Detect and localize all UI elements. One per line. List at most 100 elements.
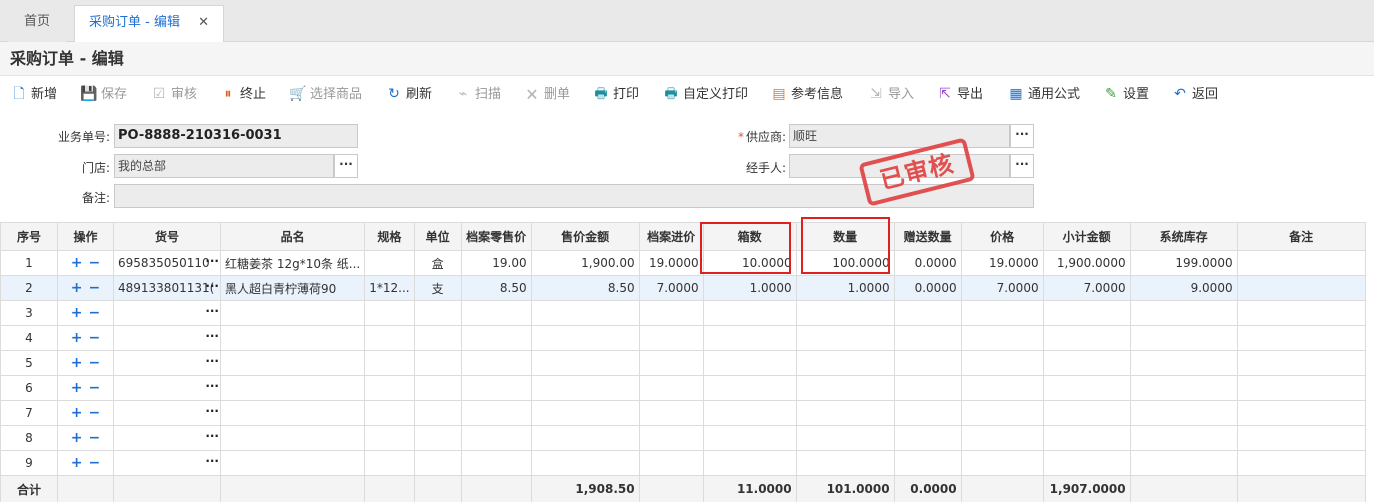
cell-retail[interactable] [460, 450, 532, 476]
cell-price[interactable]: 19.0000 [960, 250, 1044, 276]
cell-qty[interactable]: 1.0000 [795, 275, 895, 301]
cell-subtotal[interactable] [1042, 350, 1131, 376]
cell-gift[interactable] [893, 375, 962, 401]
cell-unit[interactable] [413, 400, 462, 426]
info-button[interactable]: ▤ 参考信息 [770, 83, 843, 105]
print-button[interactable]: 🖶 打印 [592, 83, 639, 105]
supplier-picker-button[interactable]: ··· [1010, 124, 1034, 148]
cell-no[interactable]: 4 [0, 325, 58, 351]
cell-gift[interactable] [893, 425, 962, 451]
back-button[interactable]: ↶ 返回 [1171, 83, 1218, 105]
remove-row-icon[interactable]: − [89, 355, 101, 371]
table-row[interactable]: 2 + −489133801131(··· 黑人超白青柠薄荷90 1*12... 支 8.5… [0, 275, 1366, 301]
cell-stock[interactable] [1129, 400, 1238, 426]
add-row-icon[interactable]: + [71, 305, 83, 321]
cell-name[interactable] [219, 400, 366, 426]
cell-sku[interactable]: ··· [113, 425, 221, 451]
cell-no[interactable]: 8 [0, 425, 58, 451]
cell-price[interactable] [960, 375, 1044, 401]
cell-remark[interactable] [1236, 300, 1366, 326]
column-header[interactable]: 规格 [364, 222, 415, 251]
add-row-icon[interactable]: + [71, 380, 83, 396]
cell-stock[interactable] [1129, 300, 1238, 326]
cell-cost[interactable] [638, 450, 704, 476]
cell-sku[interactable]: 489133801131(··· [113, 275, 221, 301]
add-file-button[interactable]: 🗋 新增 [10, 83, 57, 105]
store-field[interactable]: 我的总部 [114, 154, 334, 178]
cell-subtotal[interactable] [1042, 300, 1131, 326]
cell-stock[interactable]: 9.0000 [1129, 275, 1238, 301]
remove-row-icon[interactable]: − [89, 330, 101, 346]
cell-price[interactable] [960, 325, 1044, 351]
cell-stock[interactable] [1129, 350, 1238, 376]
remove-row-icon[interactable]: − [89, 305, 101, 321]
add-row-icon[interactable]: + [71, 280, 83, 296]
cell-stock[interactable] [1129, 325, 1238, 351]
refresh-button[interactable]: ↻ 刷新 [385, 83, 432, 105]
cell-remark[interactable] [1236, 350, 1366, 376]
cell-unit[interactable] [413, 350, 462, 376]
add-row-icon[interactable]: + [71, 430, 83, 446]
cell-cost[interactable] [638, 375, 704, 401]
cell-unit[interactable] [413, 300, 462, 326]
cell-boxes[interactable] [702, 300, 797, 326]
add-row-icon[interactable]: + [71, 255, 83, 271]
cell-name[interactable] [219, 375, 366, 401]
cell-gift[interactable] [893, 300, 962, 326]
cell-price[interactable]: 7.0000 [960, 275, 1044, 301]
cell-boxes[interactable] [702, 325, 797, 351]
cell-cost[interactable] [638, 400, 704, 426]
cell-cost[interactable] [638, 350, 704, 376]
column-header[interactable]: 品名 [219, 222, 366, 251]
cell-no[interactable]: 7 [0, 400, 58, 426]
sku-picker-button[interactable]: ··· [205, 354, 219, 368]
cell-boxes[interactable]: 1.0000 [702, 275, 797, 301]
remove-row-icon[interactable]: − [89, 380, 101, 396]
cell-qty[interactable] [795, 400, 895, 426]
cell-retail-amt[interactable] [530, 325, 640, 351]
sku-picker-button[interactable]: ··· [205, 404, 219, 418]
table-row[interactable]: 7 + − ··· [0, 400, 1366, 426]
remove-row-icon[interactable]: − [89, 280, 101, 296]
cell-name[interactable] [219, 300, 366, 326]
cell-no[interactable]: 9 [0, 450, 58, 476]
remove-row-icon[interactable]: − [89, 430, 101, 446]
cell-no[interactable]: 6 [0, 375, 58, 401]
tab-home[interactable]: 首页 [8, 5, 66, 42]
cell-unit[interactable] [413, 325, 462, 351]
column-header[interactable]: 小计金额 [1042, 222, 1131, 251]
cell-stock[interactable] [1129, 375, 1238, 401]
cell-retail[interactable] [460, 375, 532, 401]
cell-name[interactable]: 红糖姜茶 12g*10条 纸... [219, 250, 366, 276]
cell-boxes[interactable] [702, 425, 797, 451]
cell-price[interactable] [960, 350, 1044, 376]
column-header[interactable]: 单位 [413, 222, 462, 251]
cell-no[interactable]: 2 [0, 275, 58, 301]
cell-sku[interactable]: ··· [113, 375, 221, 401]
cell-spec[interactable] [364, 425, 415, 451]
cell-subtotal[interactable] [1042, 450, 1131, 476]
cell-unit[interactable] [413, 425, 462, 451]
cell-retail[interactable] [460, 425, 532, 451]
cell-spec[interactable] [364, 350, 415, 376]
formula-button[interactable]: ▦ 通用公式 [1007, 83, 1080, 105]
cell-remark[interactable] [1236, 275, 1366, 301]
cell-sku[interactable]: ··· [113, 400, 221, 426]
table-row[interactable]: 3 + − ··· [0, 300, 1366, 326]
cell-price[interactable] [960, 400, 1044, 426]
remove-row-icon[interactable]: − [89, 455, 101, 471]
cell-no[interactable]: 1 [0, 250, 58, 276]
cell-boxes[interactable] [702, 450, 797, 476]
cell-stock[interactable] [1129, 450, 1238, 476]
sku-picker-button[interactable]: ··· [205, 379, 219, 393]
sku-picker-button[interactable]: ··· [205, 454, 219, 468]
cell-retail-amt[interactable] [530, 450, 640, 476]
cell-remark[interactable] [1236, 375, 1366, 401]
cell-subtotal[interactable] [1042, 325, 1131, 351]
cell-price[interactable] [960, 300, 1044, 326]
cell-name[interactable] [219, 425, 366, 451]
cell-cost[interactable] [638, 325, 704, 351]
cell-cost[interactable] [638, 300, 704, 326]
cell-gift[interactable] [893, 450, 962, 476]
cell-unit[interactable]: 支 [413, 275, 462, 301]
